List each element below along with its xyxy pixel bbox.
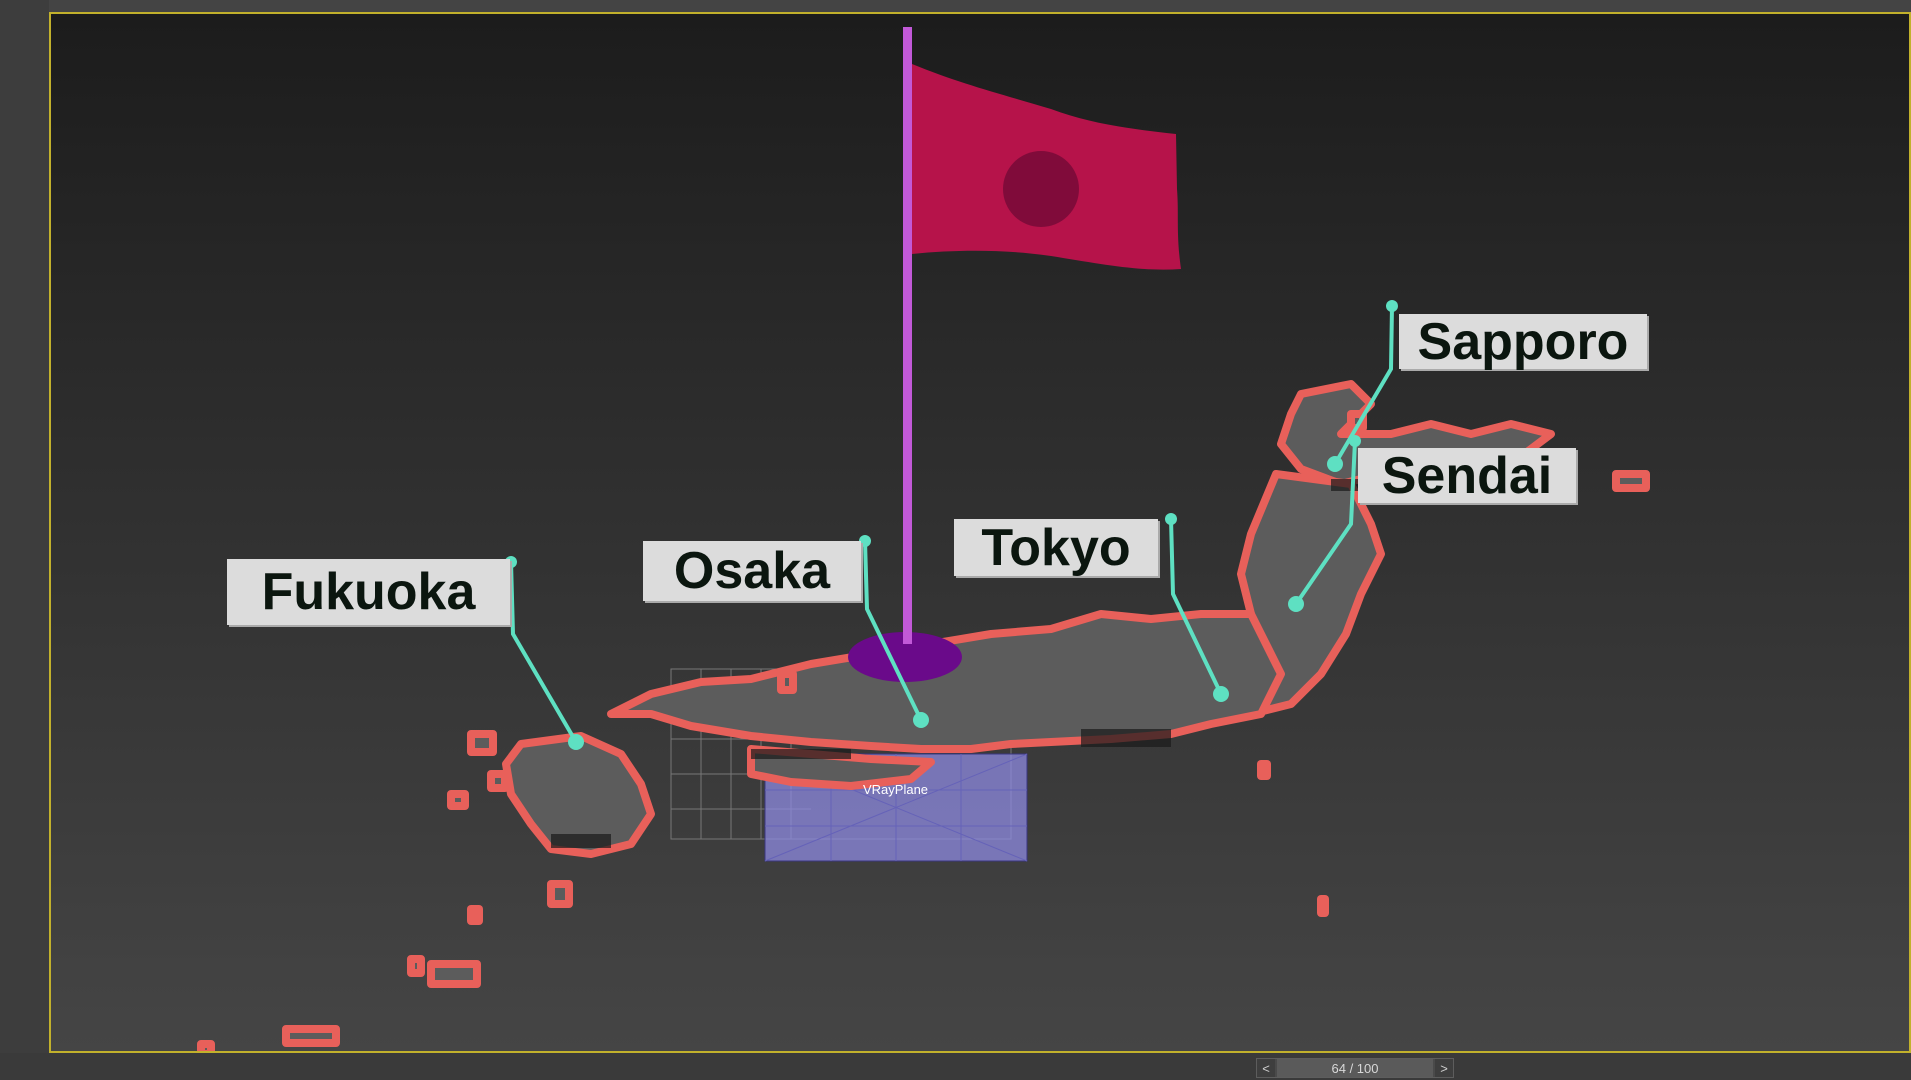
bottom-bar (0, 1053, 1911, 1080)
callout-osaka[interactable]: Osaka (643, 541, 861, 601)
callout-sendai[interactable]: Sendai (1358, 448, 1576, 503)
japan-flag-icon[interactable] (912, 64, 1181, 270)
callout-tokyo[interactable]: Tokyo (954, 519, 1158, 576)
prev-frame-button[interactable]: < (1257, 1059, 1275, 1077)
time-slider-thumb[interactable]: 64 / 100 (1277, 1059, 1433, 1077)
perspective-viewport[interactable]: Fukuoka Osaka Tokyo Sapporo Sendai VRayP… (49, 12, 1911, 1053)
top-strip (0, 0, 1911, 12)
flag-pole (903, 27, 912, 644)
left-toolbar-strip (0, 0, 49, 1080)
time-slider[interactable]: < 64 / 100 > (1256, 1058, 1454, 1078)
next-frame-button[interactable]: > (1435, 1059, 1453, 1077)
callout-fukuoka[interactable]: Fukuoka (227, 559, 510, 625)
vray-plane-label: VRayPlane (863, 782, 929, 797)
callout-sapporo[interactable]: Sapporo (1399, 314, 1647, 369)
